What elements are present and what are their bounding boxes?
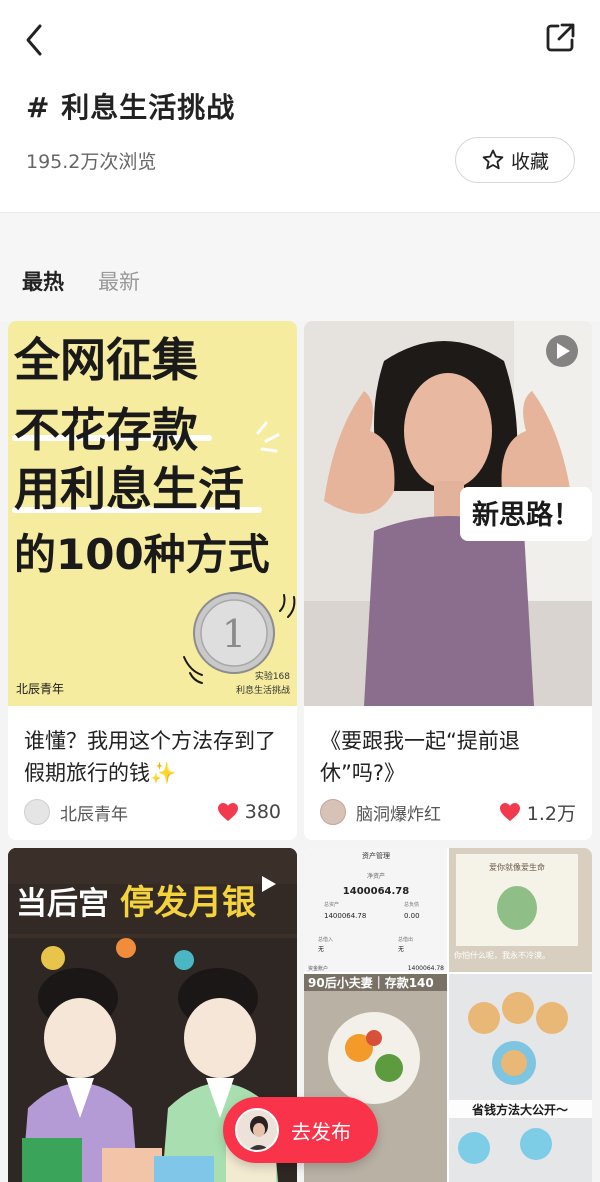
like-count: 1.2万 xyxy=(526,802,576,825)
lent-label: 总借出 xyxy=(398,936,413,943)
author-name[interactable]: 脑洞爆炸红 xyxy=(356,800,499,825)
fund-account-label: 资金账户 xyxy=(308,965,328,972)
like-button[interactable]: 1.2万 xyxy=(499,799,576,826)
cover-corner-text: 利息生活挑战 xyxy=(236,684,290,696)
favorite-label: 收藏 xyxy=(510,150,549,173)
lent-value: 无 xyxy=(398,946,404,953)
total-debt-value: 0.00 xyxy=(404,912,420,920)
cover-line: 的100种方式 xyxy=(14,530,270,579)
book-title: 爱你就像爱生命 xyxy=(489,862,545,872)
play-icon[interactable] xyxy=(546,335,578,367)
chevron-left-icon xyxy=(26,24,42,56)
share-button[interactable] xyxy=(542,20,578,56)
tab-newest[interactable]: 最新 xyxy=(98,266,140,296)
view-count: 195.2万次浏览 xyxy=(26,151,157,173)
cover-banner: 当后宫 xyxy=(16,886,109,922)
publish-button[interactable]: 去发布 xyxy=(223,1097,378,1163)
avatar[interactable] xyxy=(320,799,346,825)
post-cover-image: 新思路！ xyxy=(304,321,592,706)
net-asset-value: 1400064.78 xyxy=(343,886,409,897)
book-quote: 你怕什么呢，我永不冷漠。 xyxy=(454,950,550,960)
total-asset-label: 总资产 xyxy=(324,901,339,908)
like-count: 380 xyxy=(244,801,281,823)
post-title: 《要跟我一起“提前退休”吗?》 xyxy=(320,729,520,785)
cover-banner-highlight: 停发月银 xyxy=(120,883,256,923)
total-debt-label: 总负债 xyxy=(404,901,419,908)
couple-text: 90后小夫妻｜存款140 xyxy=(308,975,434,990)
cover-line: 全网征集 xyxy=(13,333,198,387)
page-title: # 利息生活挑战 xyxy=(26,91,236,124)
topic-header: # 利息生活挑战 195.2万次浏览 收藏 xyxy=(0,0,600,213)
star-icon xyxy=(482,149,504,170)
cover-corner-text: 实验168 xyxy=(255,670,290,682)
cover-sticker: 新思路！ xyxy=(472,499,580,531)
cover-line: 用利息生活 xyxy=(14,462,244,516)
post-cover-image: 全网征集 不花存款 用利息生活 的100种方式 1 北辰青年 实验168 利息生… xyxy=(8,321,297,706)
avatar[interactable] xyxy=(24,799,50,825)
cover-brand: 北辰青年 xyxy=(16,682,64,696)
post-meta: 脑洞爆炸红 1.2万 xyxy=(320,797,576,827)
savings-text: 省钱方法大公开～ xyxy=(471,1102,568,1117)
publish-label: 去发布 xyxy=(291,1119,351,1144)
avatar xyxy=(235,1108,279,1152)
post-meta: 北辰青年 380 xyxy=(24,797,281,827)
like-button[interactable]: 380 xyxy=(217,801,281,823)
heart-icon xyxy=(217,803,238,821)
post-title: 谁懂？我用这个方法存到了假期旅行的钱✨ xyxy=(24,729,276,785)
total-asset-value: 1400064.78 xyxy=(324,912,366,920)
post-card[interactable]: 全网征集 不花存款 用利息生活 的100种方式 1 北辰青年 实验168 利息生… xyxy=(8,321,297,840)
share-icon xyxy=(546,23,575,52)
svg-text:1: 1 xyxy=(222,612,246,656)
cover-line: 不花存款 xyxy=(14,403,198,457)
author-name[interactable]: 北辰青年 xyxy=(60,800,217,825)
app-title: 资产管理 xyxy=(362,851,390,860)
fund-account-value: 1400064.78 xyxy=(408,965,444,972)
favorite-button[interactable]: 收藏 xyxy=(455,137,575,183)
post-card[interactable]: 新思路！ 《要跟我一起“提前退休”吗?》 脑洞爆炸红 1.2万 xyxy=(304,321,592,840)
tab-hottest[interactable]: 最热 xyxy=(22,266,64,296)
heart-icon xyxy=(499,803,520,821)
net-asset-label: 净资产 xyxy=(367,872,385,880)
back-button[interactable] xyxy=(18,20,54,60)
borrowed-value: 无 xyxy=(318,946,324,953)
coin-icon: 1 xyxy=(193,592,275,674)
sort-tabs: 最热 最新 xyxy=(0,213,600,321)
borrowed-label: 总借入 xyxy=(318,936,333,943)
